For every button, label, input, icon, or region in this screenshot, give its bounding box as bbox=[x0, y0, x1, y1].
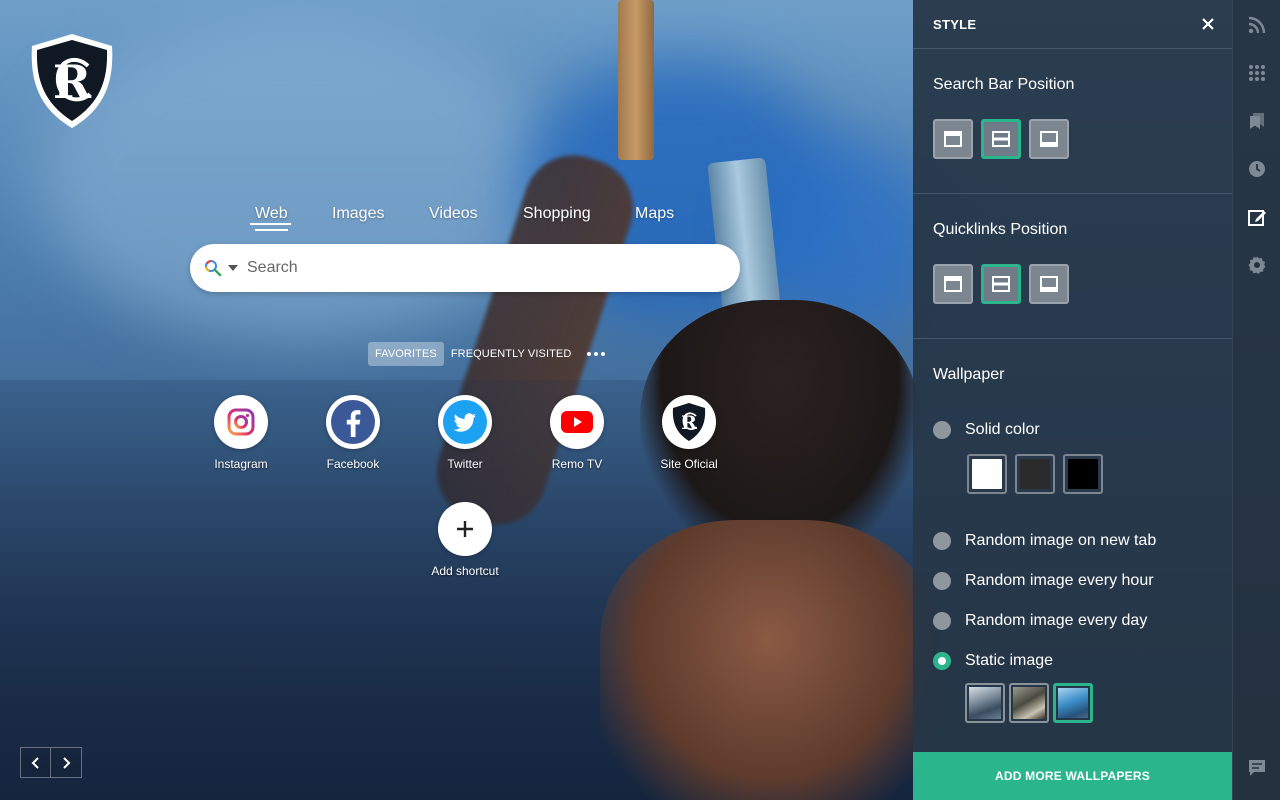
tab-maps[interactable]: Maps bbox=[635, 202, 674, 229]
static-image-thumbnails bbox=[965, 683, 1212, 723]
search-position-top-button[interactable] bbox=[933, 119, 973, 159]
right-sidebar bbox=[1232, 0, 1280, 800]
shortcut-instagram[interactable]: Instagram bbox=[196, 395, 286, 471]
previous-wallpaper-button[interactable] bbox=[20, 747, 51, 778]
option-random-day[interactable]: Random image every day bbox=[933, 610, 1212, 632]
history-clock-icon[interactable] bbox=[1247, 159, 1267, 179]
search-engine-icon[interactable] bbox=[204, 259, 222, 277]
more-options-icon[interactable] bbox=[587, 352, 606, 356]
tab-frequently-visited[interactable]: FREQUENTLY VISITED bbox=[444, 342, 579, 366]
wallpaper-thumbnail-selected[interactable] bbox=[1053, 683, 1093, 723]
layout-middle-icon bbox=[992, 131, 1010, 147]
swatch-black[interactable] bbox=[1063, 454, 1103, 494]
tab-videos[interactable]: Videos bbox=[429, 202, 478, 229]
quicklinks-position-bottom-button[interactable] bbox=[1029, 264, 1069, 304]
tab-shopping[interactable]: Shopping bbox=[523, 202, 591, 229]
chevron-down-icon[interactable] bbox=[228, 265, 238, 271]
wallpaper-section: Wallpaper Solid color Random image on ne… bbox=[913, 339, 1232, 723]
facebook-icon bbox=[331, 400, 375, 444]
radio-button[interactable] bbox=[933, 572, 951, 590]
chevron-left-icon bbox=[31, 756, 39, 769]
search-position-middle-button[interactable] bbox=[981, 119, 1021, 159]
option-random-new-tab[interactable]: Random image on new tab bbox=[933, 530, 1212, 552]
chevron-right-icon bbox=[63, 756, 71, 769]
wallpaper-thumbnail[interactable] bbox=[965, 683, 1005, 723]
style-edit-icon[interactable] bbox=[1247, 207, 1267, 227]
twitter-icon bbox=[443, 400, 487, 444]
solid-color-swatches bbox=[967, 454, 1212, 494]
radio-button[interactable] bbox=[933, 612, 951, 630]
shortcut-label: Site Oficial bbox=[660, 457, 718, 471]
shortcut-label: Twitter bbox=[447, 457, 483, 471]
style-panel: STYLE Search Bar Position Quicklinks Pos… bbox=[913, 0, 1232, 800]
plus-icon bbox=[457, 521, 473, 537]
section-title: Search Bar Position bbox=[933, 76, 1075, 93]
add-shortcut-button[interactable]: Add shortcut bbox=[420, 502, 510, 578]
option-static-image[interactable]: Static image bbox=[933, 650, 1212, 672]
option-label: Random image every day bbox=[965, 612, 1148, 629]
layout-middle-icon bbox=[992, 276, 1010, 292]
layout-top-icon bbox=[944, 276, 962, 292]
close-icon bbox=[1202, 18, 1214, 30]
layout-bottom-icon bbox=[1040, 131, 1058, 147]
next-wallpaper-button[interactable] bbox=[51, 747, 82, 778]
wallpaper-thumbnail[interactable] bbox=[1009, 683, 1049, 723]
search-bar bbox=[190, 244, 740, 292]
close-panel-button[interactable] bbox=[1202, 18, 1214, 30]
shortcut-label: Add shortcut bbox=[431, 564, 499, 578]
settings-gear-icon[interactable] bbox=[1247, 255, 1267, 275]
search-input[interactable] bbox=[247, 259, 707, 277]
search-bar-position-section: Search Bar Position bbox=[913, 49, 1232, 194]
section-title: Quicklinks Position bbox=[933, 221, 1068, 238]
rss-icon[interactable] bbox=[1247, 15, 1267, 35]
quicklinks-position-top-button[interactable] bbox=[933, 264, 973, 304]
shortcut-label: Instagram bbox=[214, 457, 268, 471]
radio-button-selected[interactable] bbox=[933, 652, 951, 670]
tab-images[interactable]: Images bbox=[332, 202, 384, 229]
layout-top-icon bbox=[944, 131, 962, 147]
wallpaper-nav bbox=[20, 747, 82, 778]
youtube-icon bbox=[561, 411, 593, 433]
apps-grid-icon[interactable] bbox=[1247, 63, 1267, 83]
quicklinks-position-section: Quicklinks Position bbox=[913, 194, 1232, 339]
shortcut-facebook[interactable]: Facebook bbox=[308, 395, 398, 471]
shortcut-site-oficial[interactable]: R Site Oficial bbox=[644, 395, 734, 471]
section-title: Wallpaper bbox=[933, 366, 1005, 383]
tab-web-underline bbox=[250, 223, 291, 225]
search-position-bottom-button[interactable] bbox=[1029, 119, 1069, 159]
swatch-dark-gray[interactable] bbox=[1015, 454, 1055, 494]
panel-title: STYLE bbox=[933, 16, 977, 32]
shortcut-label: Facebook bbox=[326, 457, 380, 471]
tab-web[interactable]: Web bbox=[255, 202, 288, 231]
bookmarks-icon[interactable] bbox=[1247, 111, 1267, 131]
tab-favorites[interactable]: FAVORITES bbox=[368, 342, 444, 366]
radio-button[interactable] bbox=[933, 421, 951, 439]
option-random-hour[interactable]: Random image every hour bbox=[933, 570, 1212, 592]
option-label: Static image bbox=[965, 652, 1054, 669]
option-label: Random image on new tab bbox=[965, 532, 1157, 549]
radio-button[interactable] bbox=[933, 532, 951, 550]
instagram-icon bbox=[227, 408, 255, 436]
club-crest-icon: R bbox=[672, 403, 706, 441]
option-label: Solid color bbox=[965, 421, 1040, 438]
club-logo: R bbox=[31, 34, 113, 128]
quicklinks-tabs: FAVORITES FREQUENTLY VISITED bbox=[368, 342, 606, 366]
quicklinks-position-middle-button[interactable] bbox=[981, 264, 1021, 304]
shortcut-label: Remo TV bbox=[551, 457, 603, 471]
swatch-white[interactable] bbox=[967, 454, 1007, 494]
add-more-wallpapers-button[interactable]: ADD MORE WALLPAPERS bbox=[913, 752, 1232, 800]
option-solid-color[interactable]: Solid color bbox=[933, 419, 1212, 441]
feedback-icon[interactable] bbox=[1247, 758, 1267, 778]
shortcut-remo-tv[interactable]: Remo TV bbox=[532, 395, 622, 471]
shortcut-twitter[interactable]: Twitter bbox=[420, 395, 510, 471]
option-label: Random image every hour bbox=[965, 572, 1154, 589]
layout-bottom-icon bbox=[1040, 276, 1058, 292]
panel-header: STYLE bbox=[913, 0, 1232, 49]
